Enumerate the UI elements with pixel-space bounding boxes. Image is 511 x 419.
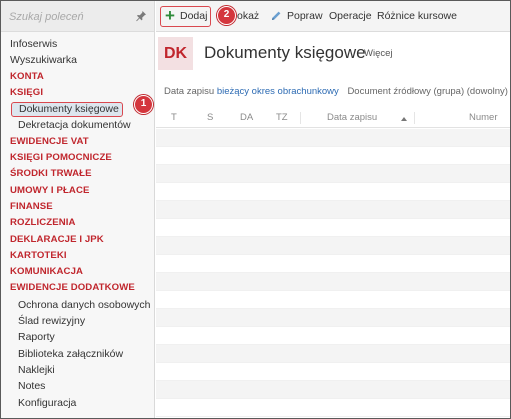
sidebar-item-label: Dokumenty księgowe [11, 102, 123, 118]
table-row [156, 345, 510, 363]
sidebar-item-dokumenty-ksiegowe[interactable]: Dokumenty księgowe [1, 101, 154, 118]
sidebar-item-slad-rewizyjny[interactable]: Ślad rewizyjny [1, 313, 154, 329]
grid-header: T S DA TZ Data zapisu Numer [156, 108, 510, 128]
table-row [156, 183, 510, 201]
table-row [156, 255, 510, 273]
operations-button[interactable]: Operacje [329, 1, 372, 32]
add-button[interactable]: + Dodaj [160, 6, 211, 27]
table-row [156, 129, 510, 147]
step-callout-1: 1 [134, 95, 153, 114]
column-header-da[interactable]: DA [240, 112, 253, 123]
column-header-numer[interactable]: Numer [469, 112, 498, 123]
navigation-menu: Infoserwis Wyszukiwarka KONTA KSIĘGI Dok… [1, 36, 154, 411]
grid-body[interactable] [156, 129, 510, 418]
sidebar-item-raporty[interactable]: Raporty [1, 329, 154, 345]
sidebar-section-konta[interactable]: KONTA [1, 69, 154, 85]
command-search [1, 1, 154, 32]
column-header-t[interactable]: T [171, 112, 177, 123]
module-badge: DK [158, 37, 193, 70]
sidebar-item-biblioteka-zalacznikow[interactable]: Biblioteka załączników [1, 346, 154, 362]
table-row [156, 165, 510, 183]
page-title: Dokumenty księgowe [204, 43, 366, 62]
sidebar-item-infoserwis[interactable]: Infoserwis [1, 36, 154, 52]
sidebar-section-finanse[interactable]: FINANSE [1, 199, 154, 215]
table-row [156, 363, 510, 381]
sidebar-item-wyszukiwarka[interactable]: Wyszukiwarka [1, 52, 154, 68]
source-document-filter[interactable]: Document źródłowy (grupa) (dowolny) [347, 86, 508, 97]
step-callout-2: 2 [217, 6, 236, 25]
sidebar-section-ksiegi[interactable]: KSIĘGI [1, 85, 154, 101]
sidebar-section-ksiegi-pomocnicze[interactable]: KSIĘGI POMOCNICZE [1, 150, 154, 166]
date-filter-value[interactable]: bieżący okres obrachunkowy [217, 86, 339, 97]
search-input[interactable] [9, 9, 127, 25]
more-link[interactable]: Więcej [364, 48, 393, 59]
sidebar-section-ewidencje-vat[interactable]: EWIDENCJE VAT [1, 134, 154, 150]
column-header-tz[interactable]: TZ [276, 112, 288, 123]
sidebar-section-komunikacja[interactable]: KOMUNIKACJA [1, 264, 154, 280]
table-row [156, 147, 510, 165]
sidebar-item-dekretacja[interactable]: Dekretacja dokumentów [1, 117, 154, 133]
sidebar-section-srodki-trwale[interactable]: ŚRODKI TRWAŁE [1, 166, 154, 182]
sidebar-section-kartoteki[interactable]: KARTOTEKI [1, 248, 154, 264]
sidebar-item-ochrona-danych[interactable]: Ochrona danych osobowych [1, 297, 154, 313]
sidebar-section-ewidencje-dodatkowe[interactable]: EWIDENCJE DODATKOWE [1, 280, 154, 296]
column-header-data-zapisu[interactable]: Data zapisu [327, 112, 377, 123]
table-row [156, 219, 510, 237]
table-row [156, 273, 510, 291]
sort-ascending-icon [401, 117, 407, 121]
date-filter-label: Data zapisu [164, 86, 215, 97]
toolbar: + Dodaj Pokaż Popraw Operacje Różnice ku… [156, 1, 510, 32]
table-row [156, 291, 510, 309]
sidebar-section-umowy-place[interactable]: UMOWY I PŁACE [1, 183, 154, 199]
table-row [156, 381, 510, 399]
sidebar-section-deklaracje-jpk[interactable]: DEKLARACJE I JPK [1, 232, 154, 248]
fix-button[interactable]: Popraw [287, 1, 323, 32]
table-row [156, 399, 510, 417]
add-button-label: Dodaj [180, 10, 208, 22]
app-window: Infoserwis Wyszukiwarka KONTA KSIĘGI Dok… [0, 0, 511, 419]
pin-icon[interactable] [135, 10, 147, 22]
filter-bar: Data zapisu bieżący okres obrachunkowy D… [164, 86, 510, 100]
sidebar: Infoserwis Wyszukiwarka KONTA KSIĘGI Dok… [1, 1, 155, 418]
table-row [156, 237, 510, 255]
table-row [156, 309, 510, 327]
column-separator [414, 112, 415, 124]
page-header: DK Dokumenty księgowe Więcej [156, 33, 510, 77]
pencil-icon [272, 11, 281, 20]
column-header-s[interactable]: S [207, 112, 213, 123]
sidebar-item-notes[interactable]: Notes [1, 378, 154, 394]
table-row [156, 327, 510, 345]
plus-icon: + [165, 6, 175, 25]
sidebar-section-rozliczenia[interactable]: ROZLICZENIA [1, 215, 154, 231]
sidebar-item-konfiguracja[interactable]: Konfiguracja [1, 395, 154, 411]
column-separator [300, 112, 301, 124]
table-row [156, 201, 510, 219]
exchange-differences-button[interactable]: Różnice kursowe [377, 1, 457, 32]
sidebar-item-naklejki[interactable]: Naklejki [1, 362, 154, 378]
